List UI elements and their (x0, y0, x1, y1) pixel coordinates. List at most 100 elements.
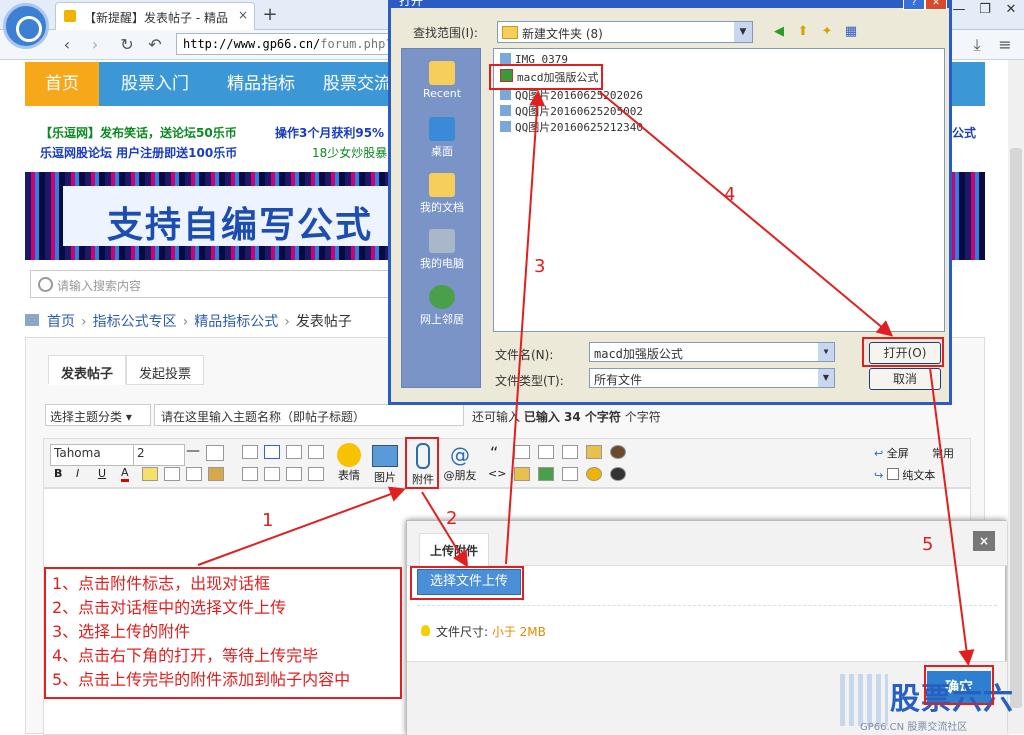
place-network[interactable]: 网上邻居 (402, 285, 482, 327)
search-input[interactable]: 请输入搜索内容 (30, 270, 430, 298)
image-file-icon (500, 121, 511, 132)
italic-button[interactable]: I (76, 467, 79, 480)
font-color-button[interactable]: A (121, 466, 129, 482)
place-documents[interactable]: 我的文档 (402, 173, 482, 215)
tab-new-poll[interactable]: 发起投票 (126, 355, 205, 385)
grid-icon[interactable] (562, 467, 578, 481)
link-icon[interactable] (164, 467, 180, 481)
nav-stock-talk[interactable]: 股票交流 (317, 62, 397, 106)
upload-close-button[interactable]: × (973, 531, 995, 551)
instruction-step: 2、点击对话框中的选择文件上传 (52, 598, 287, 617)
place-desktop[interactable]: 桌面 (402, 117, 482, 159)
ad-link[interactable]: 18少女炒股暴富 (312, 144, 399, 161)
unordered-list-icon[interactable] (308, 467, 324, 481)
new-tab-button[interactable]: + (258, 4, 282, 26)
page-scrollbar[interactable] (1008, 60, 1024, 734)
place-recent[interactable]: Recent (402, 61, 482, 100)
ordered-list-icon[interactable] (286, 467, 302, 481)
view-menu-icon[interactable]: ▦ (841, 22, 861, 42)
nav-indicators[interactable]: 精品指标 (211, 62, 311, 106)
quote-button[interactable]: “ (490, 443, 498, 462)
forward-arrow-icon: ↪ (874, 469, 884, 482)
window-close-button[interactable]: ✕ (1000, 2, 1022, 22)
refresh-button[interactable]: ↻ (116, 34, 138, 56)
dialog-close-button[interactable]: ✕ (925, 0, 947, 10)
common-button[interactable]: 常用 (932, 445, 954, 461)
up-folder-icon[interactable]: ⬆ (793, 22, 813, 42)
breadcrumb-home[interactable]: 首页 (47, 314, 75, 330)
new-folder-icon[interactable]: ✦ (817, 22, 837, 42)
clear-format-icon[interactable] (208, 467, 224, 481)
plaintext-toggle[interactable]: ↪ 纯文本 (874, 467, 935, 483)
bold-button[interactable]: B (54, 467, 62, 480)
instruction-step: 1、点击附件标志，出现对话框 (52, 574, 271, 593)
breadcrumb: 首页 › 指标公式专区 › 精品指标公式 › 发表帖子 (25, 311, 352, 331)
plaintext-checkbox[interactable] (886, 468, 899, 480)
code-button[interactable]: <> (488, 467, 506, 480)
font-size-select[interactable]: 2 (133, 444, 185, 466)
forward-button[interactable]: › (84, 34, 106, 56)
back-arrow-icon[interactable]: ◀ (769, 22, 789, 42)
place-my-computer[interactable]: 我的电脑 (402, 229, 482, 271)
look-in-select[interactable]: 新建文件夹 (8) ▼ (497, 21, 753, 43)
ad-link[interactable]: 【乐逗网】发布笑话，送论坛50乐币 (40, 124, 237, 141)
breadcrumb-premium-formula[interactable]: 精品指标公式 (194, 314, 278, 330)
image-file-icon (500, 53, 511, 64)
search-icon (38, 277, 53, 292)
home-icon[interactable] (25, 314, 39, 326)
tab-new-post[interactable]: 发表帖子 (48, 355, 127, 385)
download-icon[interactable] (538, 467, 554, 481)
float-left-icon[interactable] (242, 467, 258, 481)
breadcrumb-formula-zone[interactable]: 指标公式专区 (93, 314, 177, 330)
bg-music-icon[interactable] (586, 467, 602, 481)
nav-stock-basics[interactable]: 股票入门 (105, 62, 205, 106)
free-icon[interactable] (514, 445, 530, 459)
font-family-select[interactable]: Tahoma (50, 444, 136, 466)
table-icon[interactable] (206, 445, 224, 461)
fullscreen-button[interactable]: ↩ 全屏 (874, 445, 909, 461)
ad-link[interactable]: 乐逗网股论坛 用户注册即送100乐币 (40, 144, 237, 161)
justify-icon[interactable] (308, 445, 324, 459)
browser-logo-icon[interactable] (3, 3, 49, 49)
nav-home[interactable]: 首页 (25, 62, 99, 106)
topic-title-input[interactable]: 请在这里输入主题名称（即帖子标题） (154, 404, 464, 426)
ad-link[interactable]: 公式 (952, 124, 976, 141)
instruction-step: 3、选择上传的附件 (52, 622, 191, 641)
hide-icon[interactable] (538, 445, 554, 459)
cancel-button[interactable]: 取消 (869, 368, 941, 390)
ad-link[interactable]: 操作3个月获利95% (275, 124, 384, 141)
menu-icon[interactable]: ≡ (994, 34, 1016, 56)
undo-close-button[interactable]: ↶ (144, 34, 166, 56)
look-in-label: 查找范围(I): (413, 26, 478, 40)
unlink-icon[interactable] (186, 467, 202, 481)
recent-folder-icon (429, 61, 455, 85)
mention-button[interactable]: @ @朋友 (442, 443, 478, 483)
address-bar[interactable]: http://www.gp66.cn/forum.php?m (176, 33, 392, 55)
float-right-icon[interactable] (264, 467, 280, 481)
file-item[interactable]: QQ图片20160625212340 (500, 119, 643, 135)
filetype-select[interactable]: 所有文件 ▼ (589, 368, 835, 388)
qq-icon[interactable] (610, 467, 626, 481)
image-icon (372, 445, 398, 467)
maximize-button[interactable]: ❐ (974, 2, 996, 22)
topic-category-select[interactable]: 选择主题分类 ▾ (45, 404, 151, 426)
align-right-icon[interactable] (286, 445, 302, 459)
media-icon[interactable] (610, 445, 626, 459)
align-left-icon[interactable] (242, 445, 258, 459)
lock-icon[interactable] (514, 467, 530, 481)
underline-button[interactable]: U (98, 467, 106, 480)
hr-icon[interactable]: — (186, 443, 200, 459)
help-button[interactable]: ? (903, 0, 925, 10)
browser-tab[interactable]: 【新提醒】发表帖子 - 精品 × (55, 2, 255, 30)
align-center-icon[interactable] (264, 445, 280, 459)
filename-input[interactable]: macd加强版公式 ▼ (589, 342, 835, 362)
page-break-icon[interactable] (562, 445, 578, 459)
back-button[interactable]: ‹ (56, 34, 78, 56)
user-add-icon[interactable] (586, 445, 602, 459)
image-button[interactable]: 图片 (370, 443, 400, 485)
download-icon[interactable]: ⤓ (966, 34, 988, 56)
highlight-icon[interactable] (142, 467, 158, 481)
tab-close-icon[interactable]: × (238, 8, 248, 22)
file-item[interactable]: QQ图片20160625205002 (500, 103, 643, 119)
emoji-button[interactable]: 表情 (334, 443, 364, 483)
